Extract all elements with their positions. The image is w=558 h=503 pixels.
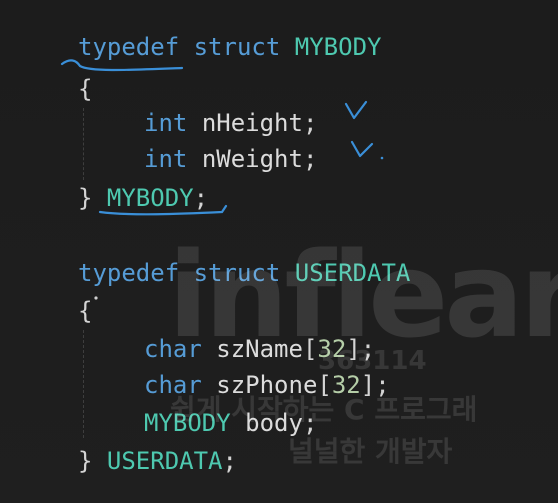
type-alias: USERDATA: [106, 447, 223, 475]
semicolon: ;: [222, 447, 237, 475]
keyword-struct: struct: [193, 33, 281, 61]
member-type: int: [144, 145, 188, 173]
member-type: char: [144, 335, 202, 363]
array-size: 32: [317, 335, 347, 363]
code-line-3: int nHeight;: [78, 108, 317, 138]
type-alias: MYBODY: [106, 184, 194, 212]
member-name: szName: [216, 335, 303, 363]
member-type: char: [144, 371, 202, 399]
array-size: 32: [331, 371, 361, 399]
left-bracket: [: [302, 335, 318, 363]
member-name: nWeight: [201, 145, 303, 173]
keyword-typedef: typedef: [78, 259, 180, 287]
open-brace: {: [78, 297, 93, 325]
member-type: MYBODY: [144, 409, 231, 437]
code-line-8: char szName[32];: [78, 334, 375, 364]
code-line-6: typedef struct USERDATA: [78, 258, 410, 288]
code-line-7: {: [78, 296, 92, 326]
code-line-2: {: [78, 74, 92, 104]
keyword-struct: struct: [193, 259, 281, 287]
left-bracket: [: [317, 371, 332, 399]
struct-tag: MYBODY: [294, 33, 382, 61]
code-editor: typedef struct MYBODY { int nHeight; int…: [0, 0, 558, 503]
code-line-9: char szPhone[32];: [78, 370, 390, 400]
member-name: szPhone: [216, 371, 318, 399]
struct-tag: USERDATA: [294, 259, 411, 287]
code-line-10: MYBODY body;: [78, 408, 317, 438]
member-name: body: [245, 409, 303, 437]
semicolon: ;: [193, 184, 209, 212]
code-line-1: typedef struct MYBODY: [78, 32, 381, 62]
close-brace: }: [78, 184, 93, 212]
code-line-4: int nWeight;: [78, 144, 317, 174]
right-bracket: ]: [346, 335, 361, 363]
code-line-5: } MYBODY;: [78, 183, 208, 213]
member-name: nHeight: [201, 109, 303, 137]
semicolon: ;: [302, 109, 318, 137]
semicolon: ;: [375, 371, 390, 399]
open-brace: {: [78, 75, 93, 103]
right-bracket: ]: [360, 371, 376, 399]
semicolon: ;: [302, 409, 318, 437]
semicolon: ;: [360, 335, 376, 363]
code-line-11: } USERDATA;: [78, 446, 237, 476]
member-type: int: [144, 109, 188, 137]
close-brace: }: [78, 447, 93, 475]
keyword-typedef: typedef: [78, 33, 180, 61]
semicolon: ;: [302, 145, 318, 173]
